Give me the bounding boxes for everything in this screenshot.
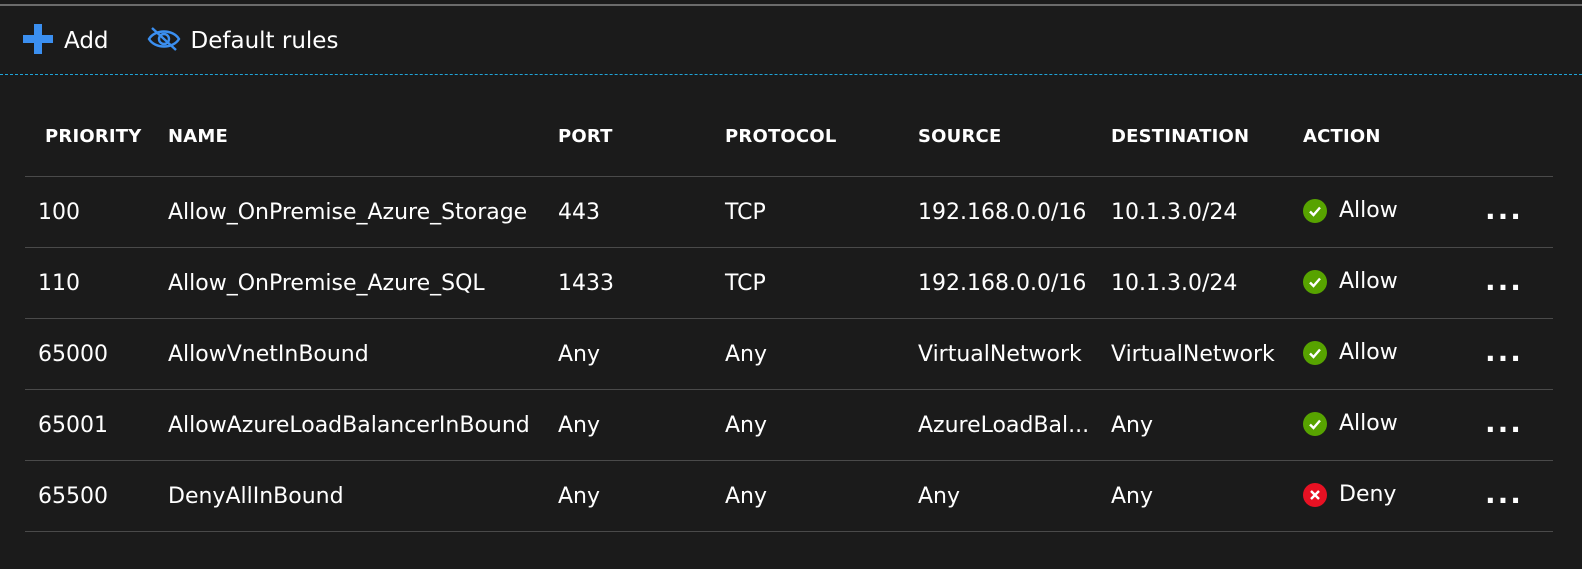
eye-hidden-icon [147,25,181,57]
row-more-button[interactable]: ... [1485,477,1523,510]
top-border [0,4,1582,6]
action-label: Allow [1339,269,1398,294]
cell-name: DenyAllInBound [168,484,344,509]
row-more-button[interactable]: ... [1485,193,1523,226]
header-protocol[interactable]: PROTOCOL [725,126,837,147]
add-button[interactable]: Add [22,18,109,64]
row-more-button[interactable]: ... [1485,335,1523,368]
header-priority[interactable]: PRIORITY [45,126,142,147]
check-circle-icon [1303,198,1327,223]
header-source[interactable]: SOURCE [918,126,1001,147]
table-row[interactable]: 65500 DenyAllInBound Any Any Any Any Den… [25,461,1553,532]
cell-action: Allow [1303,269,1398,294]
cell-source: AzureLoadBal... [918,413,1090,438]
check-circle-icon [1303,269,1327,294]
header-port[interactable]: PORT [558,126,613,147]
table-row[interactable]: 100 Allow_OnPremise_Azure_Storage 443 TC… [25,177,1553,248]
cell-port: 1433 [558,271,614,296]
cell-name: AllowVnetInBound [168,342,369,367]
table-row[interactable]: 110 Allow_OnPremise_Azure_SQL 1433 TCP 1… [25,248,1553,319]
security-rules-table: PRIORITY NAME PORT PROTOCOL SOURCE DESTI… [25,104,1553,532]
cell-protocol: Any [725,484,768,509]
row-more-button[interactable]: ... [1485,406,1523,439]
cell-name: Allow_OnPremise_Azure_SQL [168,271,485,296]
cell-priority: 100 [38,200,80,225]
cell-action: Allow [1303,411,1398,436]
cell-action: Allow [1303,198,1398,223]
check-circle-icon [1303,340,1327,365]
cell-destination: Any [1111,413,1154,438]
cell-port: Any [558,484,601,509]
header-name[interactable]: NAME [168,126,228,147]
cell-source: 192.168.0.0/16 [918,271,1087,296]
action-label: Allow [1339,411,1398,436]
cell-destination: VirtualNetwork [1111,342,1275,367]
cell-name: AllowAzureLoadBalancerInBound [168,413,530,438]
cell-source: VirtualNetwork [918,342,1082,367]
cell-protocol: Any [725,413,768,438]
cell-destination: Any [1111,484,1154,509]
cell-action: Allow [1303,340,1398,365]
cell-port: 443 [558,200,600,225]
cell-protocol: TCP [725,271,766,296]
check-circle-icon [1303,411,1327,436]
action-label: Deny [1339,482,1397,507]
action-label: Allow [1339,340,1398,365]
cell-priority: 65500 [38,484,108,509]
table-row[interactable]: 65001 AllowAzureLoadBalancerInBound Any … [25,390,1553,461]
row-more-button[interactable]: ... [1485,264,1523,297]
cell-port: Any [558,342,601,367]
header-action[interactable]: ACTION [1303,126,1381,147]
toolbar: Add Default rules [22,18,376,64]
cell-source: Any [918,484,961,509]
plus-icon [22,23,54,59]
action-label: Allow [1339,198,1398,223]
cell-port: Any [558,413,601,438]
cell-name: Allow_OnPremise_Azure_Storage [168,200,528,225]
default-rules-button[interactable]: Default rules [147,18,339,64]
toolbar-divider [0,74,1582,75]
add-label: Add [64,28,109,54]
cell-priority: 65001 [38,413,108,438]
table-row[interactable]: 65000 AllowVnetInBound Any Any VirtualNe… [25,319,1553,390]
header-destination[interactable]: DESTINATION [1111,126,1249,147]
cell-priority: 65000 [38,342,108,367]
cell-destination: 10.1.3.0/24 [1111,200,1238,225]
x-circle-icon [1303,482,1327,507]
cell-priority: 110 [38,271,80,296]
cell-action: Deny [1303,482,1396,507]
default-rules-label: Default rules [190,28,339,54]
cell-protocol: TCP [725,200,766,225]
cell-destination: 10.1.3.0/24 [1111,271,1238,296]
table-header: PRIORITY NAME PORT PROTOCOL SOURCE DESTI… [25,104,1553,177]
cell-source: 192.168.0.0/16 [918,200,1087,225]
cell-protocol: Any [725,342,768,367]
